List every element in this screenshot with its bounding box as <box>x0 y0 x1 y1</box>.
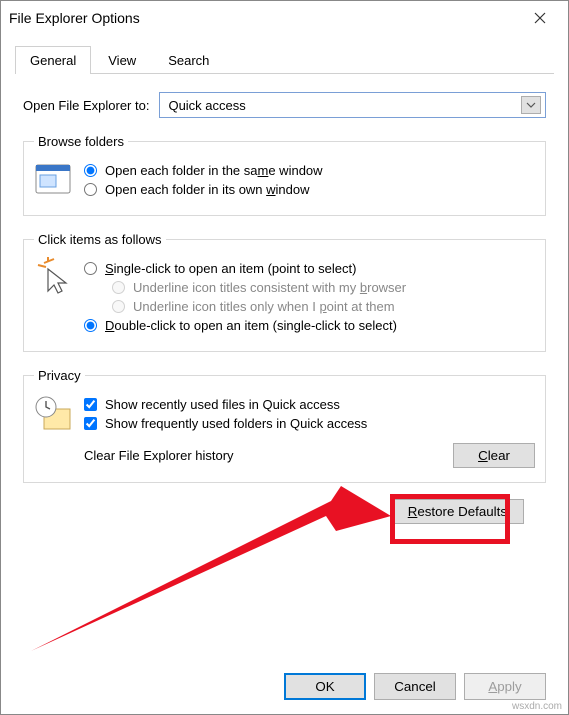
window-title: File Explorer Options <box>9 10 520 26</box>
label-same-window: Open each folder in the same window <box>105 163 323 178</box>
click-legend: Click items as follows <box>34 232 166 247</box>
label-frequent-folders: Show frequently used folders in Quick ac… <box>105 416 367 431</box>
clock-folder-icon <box>34 393 74 433</box>
dialog-footer: OK Cancel Apply <box>284 673 546 700</box>
label-underline-point: Underline icon titles only when I point … <box>133 299 395 314</box>
privacy-group: Privacy Show recently used files in Quic… <box>23 368 546 483</box>
clear-button[interactable]: Clear <box>453 443 535 468</box>
check-frequent-folders[interactable] <box>84 417 97 430</box>
radio-underline-point <box>112 300 125 313</box>
radio-underline-browser <box>112 281 125 294</box>
radio-single-click[interactable] <box>84 262 97 275</box>
label-double-click: Double-click to open an item (single-cli… <box>105 318 397 333</box>
close-icon <box>534 12 546 24</box>
tab-general[interactable]: General <box>15 46 91 74</box>
cancel-button[interactable]: Cancel <box>374 673 456 700</box>
tab-view[interactable]: View <box>93 46 151 74</box>
close-button[interactable] <box>520 4 560 32</box>
open-to-label: Open File Explorer to: <box>23 98 149 113</box>
open-to-value: Quick access <box>168 98 245 113</box>
watermark-text: wsxdn.com <box>512 701 562 712</box>
open-to-row: Open File Explorer to: Quick access <box>23 92 546 118</box>
titlebar: File Explorer Options <box>1 1 568 35</box>
tab-search[interactable]: Search <box>153 46 224 74</box>
tab-strip: General View Search <box>15 45 554 74</box>
click-items-group: Click items as follows Single-click to o… <box>23 232 546 352</box>
tab-page-general: Open File Explorer to: Quick access Brow… <box>1 74 568 524</box>
clear-history-label: Clear File Explorer history <box>84 448 453 463</box>
ok-button[interactable]: OK <box>284 673 366 700</box>
radio-double-click[interactable] <box>84 319 97 332</box>
cursor-click-icon <box>34 257 74 297</box>
apply-button: Apply <box>464 673 546 700</box>
chevron-down-icon <box>521 96 541 114</box>
label-own-window: Open each folder in its own window <box>105 182 310 197</box>
annotation-highlight <box>390 494 510 544</box>
label-underline-browser: Underline icon titles consistent with my… <box>133 280 406 295</box>
browse-legend: Browse folders <box>34 134 128 149</box>
label-recent-files: Show recently used files in Quick access <box>105 397 340 412</box>
radio-same-window[interactable] <box>84 164 97 177</box>
browse-folders-group: Browse folders Open each folder in the s… <box>23 134 546 216</box>
radio-own-window[interactable] <box>84 183 97 196</box>
open-to-select[interactable]: Quick access <box>159 92 546 118</box>
check-recent-files[interactable] <box>84 398 97 411</box>
folder-window-icon <box>34 159 74 199</box>
dialog-window: File Explorer Options General View Searc… <box>0 0 569 715</box>
label-single-click: Single-click to open an item (point to s… <box>105 261 356 276</box>
privacy-legend: Privacy <box>34 368 85 383</box>
